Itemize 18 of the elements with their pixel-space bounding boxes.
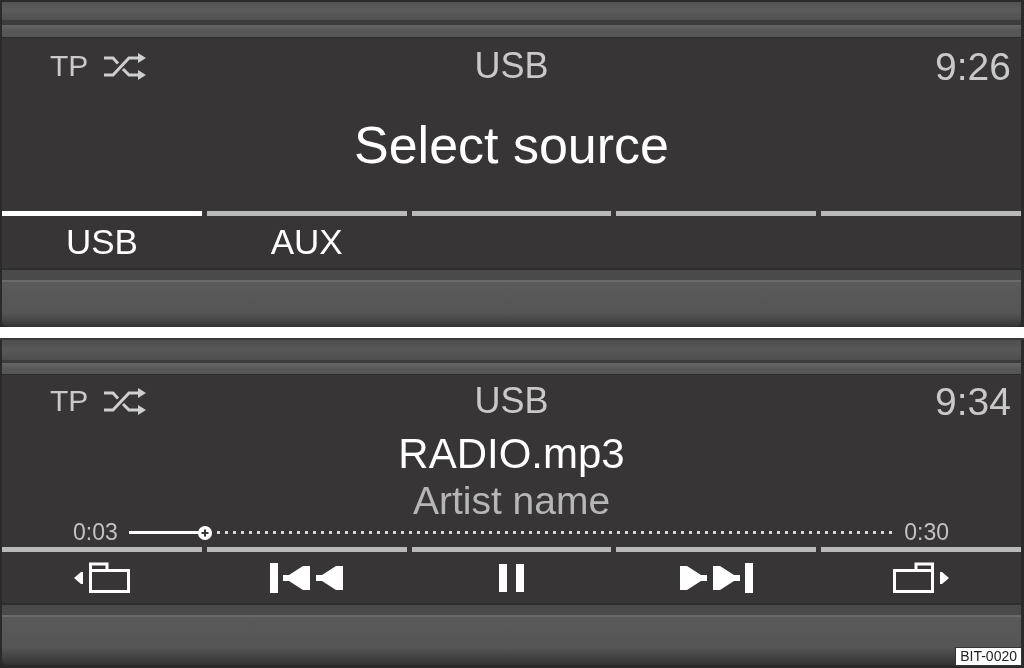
total-time: 0:30 (904, 522, 949, 543)
pause-icon (499, 563, 524, 592)
folder-left-arrow-icon (73, 562, 131, 593)
clock-time: 9:34 (935, 381, 1011, 421)
folder-right-arrow-icon (892, 562, 950, 593)
tp-indicator: TP (50, 51, 89, 81)
elapsed-time: 0:03 (73, 522, 118, 543)
clock-time: 9:26 (935, 46, 1011, 86)
artist-name: Artist name (412, 480, 611, 522)
screen-title: Select source (353, 115, 669, 176)
progress-knob[interactable] (198, 525, 213, 540)
figure-code-label: BIT-0020 (955, 647, 1022, 666)
tp-indicator: TP (50, 386, 89, 416)
track-title: RADIO.mp3 (398, 429, 625, 479)
skip-forward-icon (679, 562, 753, 593)
source-label: USB (474, 48, 549, 84)
skip-back-icon (270, 562, 344, 593)
source-label: USB (474, 383, 549, 419)
